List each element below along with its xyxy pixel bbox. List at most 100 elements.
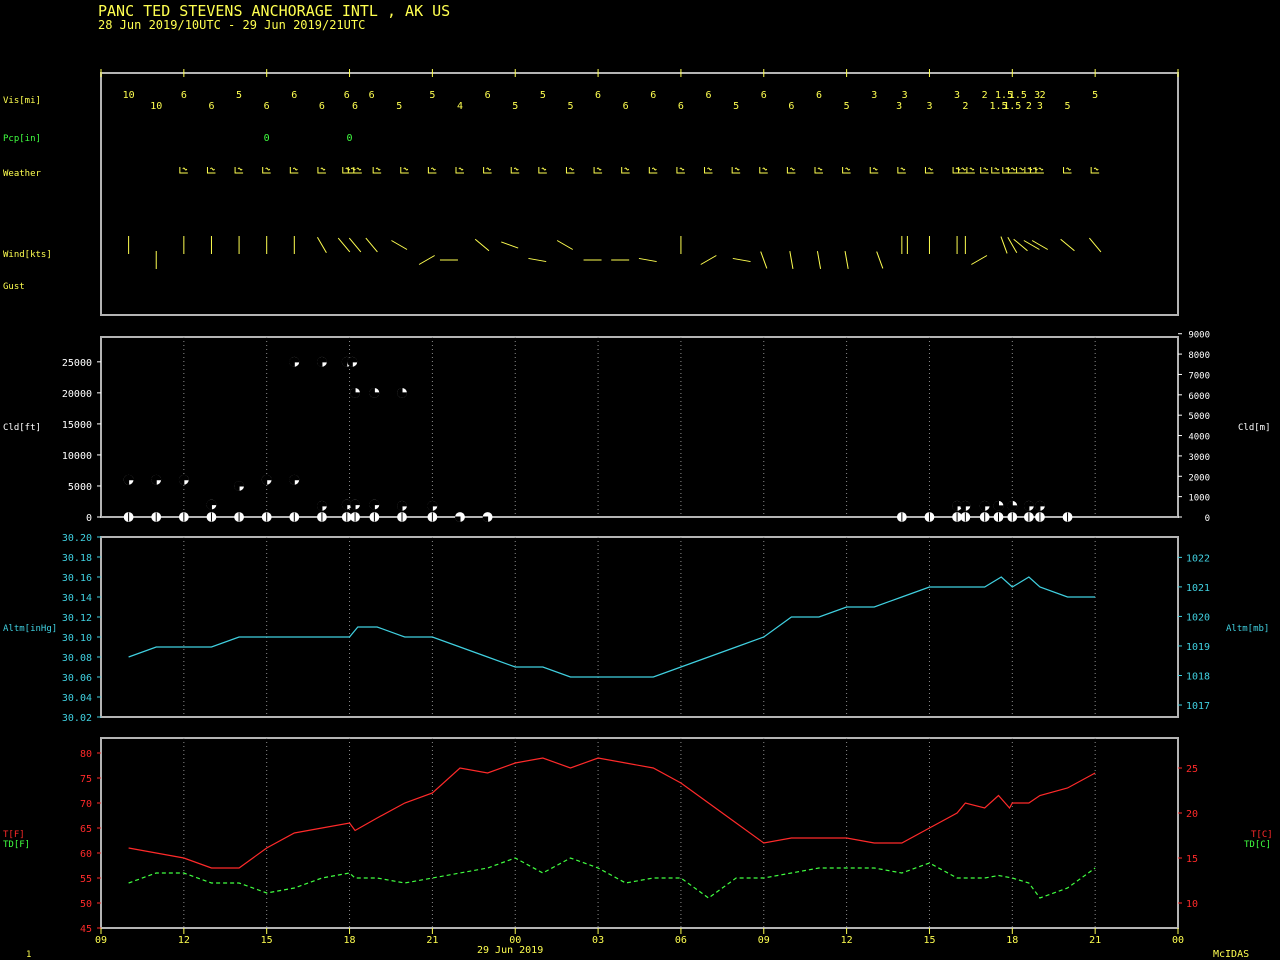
weather-symbol bbox=[924, 167, 934, 174]
visibility-value: 5 bbox=[733, 101, 739, 112]
wind-barb bbox=[638, 257, 657, 263]
wind-barb bbox=[418, 255, 435, 265]
cloud-left-tick-label: 25000 bbox=[62, 358, 92, 369]
vis-row-label: Vis[mi] bbox=[3, 96, 41, 106]
temp-left-tick-label: 70 bbox=[80, 799, 92, 810]
cloud-right-tick-label: 8000 bbox=[1188, 351, 1210, 361]
wind-barb bbox=[337, 237, 351, 253]
cloud-left-tick-label: 5000 bbox=[68, 482, 92, 493]
visibility-value: 5 bbox=[512, 101, 518, 112]
weather-symbol bbox=[704, 167, 713, 174]
visibility-value: 6 bbox=[208, 101, 214, 112]
weather-symbol bbox=[317, 167, 326, 174]
x-tick-label: 18 bbox=[344, 935, 356, 946]
x-tick-label: 15 bbox=[923, 935, 935, 946]
temp-left-tick-label: 45 bbox=[80, 924, 92, 935]
weather-symbol bbox=[510, 167, 520, 174]
altimeter-left-tick-label: 30.20 bbox=[62, 533, 92, 544]
precip-value: 0 bbox=[264, 133, 270, 144]
weather-symbol bbox=[814, 167, 823, 174]
wind-barb bbox=[700, 255, 717, 265]
weather-symbol bbox=[980, 167, 989, 174]
temp-left-tick-label: 60 bbox=[80, 849, 92, 860]
wind-barb bbox=[348, 237, 362, 253]
temp-left-tick-label: 65 bbox=[80, 824, 92, 835]
gust-row-label: Gust bbox=[3, 282, 25, 292]
weather-symbol bbox=[952, 167, 962, 174]
temp-left-tick-label: 75 bbox=[80, 774, 92, 785]
temp-left-tick-label: 55 bbox=[80, 874, 92, 885]
visibility-value: 3 bbox=[1037, 101, 1043, 112]
visibility-value: 6 bbox=[344, 90, 350, 101]
weather-symbol bbox=[1063, 167, 1072, 174]
visibility-value: 3 bbox=[902, 90, 908, 101]
wind-barb bbox=[1007, 236, 1018, 254]
visibility-value: 2 bbox=[1040, 90, 1046, 101]
visibility-value: 3 bbox=[871, 90, 877, 101]
weather-symbol bbox=[372, 167, 382, 174]
x-tick-label: 21 bbox=[1089, 935, 1101, 946]
x-tick-label: 18 bbox=[1006, 935, 1018, 946]
weather-symbol bbox=[593, 167, 603, 174]
weather-symbol bbox=[786, 167, 796, 174]
cloud-cover-fill bbox=[482, 516, 489, 523]
temp-right-tick-label: 15 bbox=[1186, 854, 1198, 865]
x-tick-label: 00 bbox=[509, 935, 521, 946]
x-tick-label: 00 bbox=[1172, 935, 1184, 946]
visibility-value: 6 bbox=[319, 101, 325, 112]
wind-barb bbox=[876, 251, 884, 269]
visibility-value: 1.5 bbox=[1009, 90, 1027, 101]
weather-symbol bbox=[676, 167, 685, 174]
visibility-value: 6 bbox=[595, 90, 601, 101]
wind-barb bbox=[816, 251, 822, 269]
visibility-value: 5 bbox=[567, 101, 573, 112]
altimeter-left-axis-label: Altm[inHg] bbox=[3, 624, 57, 634]
altimeter-right-tick-label: 1021 bbox=[1186, 583, 1210, 594]
altimeter-right-axis-label: Altm[mb] bbox=[1226, 624, 1269, 634]
pcp-row-label: Pcp[in] bbox=[3, 134, 41, 144]
visibility-value: 6 bbox=[788, 101, 794, 112]
date-axis-label: 29 Jun 2019 bbox=[477, 945, 543, 956]
altimeter-left-tick-label: 30.10 bbox=[62, 633, 92, 644]
page-number: 1 bbox=[26, 950, 31, 960]
visibility-value: 5 bbox=[540, 90, 546, 101]
cloud-left-tick-label: 10000 bbox=[62, 451, 92, 462]
cloud-right-tick-label: 5000 bbox=[1188, 412, 1210, 422]
temp-right-tick-label: 10 bbox=[1186, 899, 1198, 910]
weather-symbol bbox=[206, 167, 216, 174]
weather-symbol bbox=[342, 167, 351, 174]
weather-symbol bbox=[289, 167, 299, 174]
altimeter-left-tick-label: 30.12 bbox=[62, 613, 92, 624]
visibility-value: 4 bbox=[457, 101, 463, 112]
visibility-value: 3 bbox=[926, 101, 932, 112]
wind-barb bbox=[1060, 238, 1075, 252]
wind-barb bbox=[844, 251, 849, 269]
cloud-right-tick-label: 4000 bbox=[1188, 433, 1210, 443]
weather-symbol bbox=[1002, 167, 1011, 174]
visibility-value: 2 bbox=[962, 101, 968, 112]
weather-row-label: Weather bbox=[3, 169, 42, 179]
wind-barb bbox=[316, 236, 327, 254]
wind-barb bbox=[760, 251, 768, 269]
altimeter-right-tick-label: 1019 bbox=[1186, 642, 1210, 653]
visibility-value: 6 bbox=[816, 90, 822, 101]
cloud-left-tick-label: 15000 bbox=[62, 420, 92, 431]
visibility-value: 5 bbox=[844, 101, 850, 112]
altimeter-right-tick-label: 1020 bbox=[1186, 612, 1210, 623]
altimeter-left-tick-label: 30.18 bbox=[62, 553, 92, 564]
dewpoint-right-axis-label: TD[C] bbox=[1244, 840, 1271, 850]
x-tick-label: 03 bbox=[592, 935, 604, 946]
visibility-value: 6 bbox=[264, 101, 270, 112]
weather-symbol bbox=[897, 167, 906, 174]
altimeter-right-tick-label: 1017 bbox=[1186, 701, 1210, 712]
altimeter-right-tick-label: 1022 bbox=[1186, 553, 1210, 564]
x-tick-label: 12 bbox=[841, 935, 853, 946]
wind-barb bbox=[1023, 240, 1040, 250]
cloud-left-tick-label: 20000 bbox=[62, 389, 92, 400]
visibility-value: 1.5 bbox=[1003, 101, 1021, 112]
visibility-value: 6 bbox=[291, 90, 297, 101]
weather-symbol bbox=[1016, 167, 1025, 174]
altimeter-line bbox=[128, 576, 1096, 678]
cloud-right-tick-label: 7000 bbox=[1188, 371, 1210, 381]
weather-symbol bbox=[731, 167, 741, 174]
